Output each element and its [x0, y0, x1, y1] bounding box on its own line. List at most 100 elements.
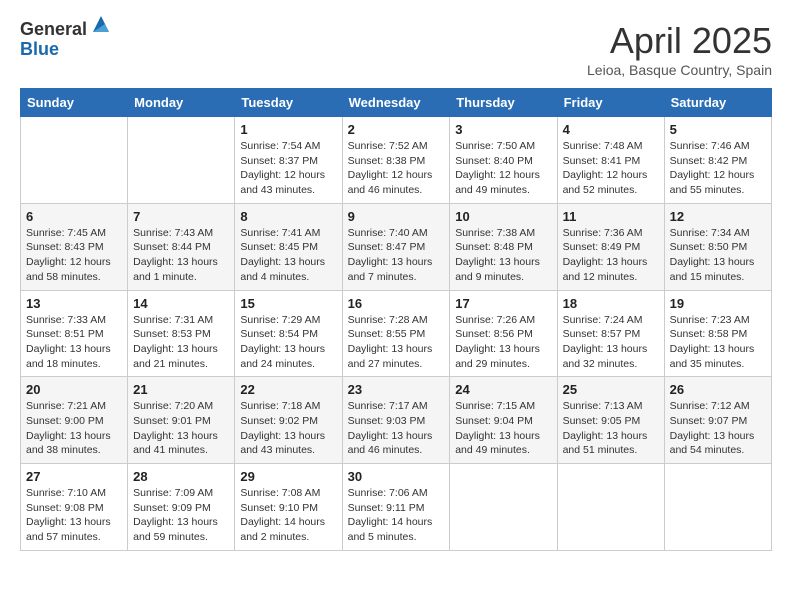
- calendar-cell: 24 Sunrise: 7:15 AM Sunset: 9:04 PM Dayli…: [450, 377, 557, 464]
- header-sunday: Sunday: [21, 89, 128, 117]
- day-number: 8: [240, 209, 336, 224]
- calendar-week-row: 20 Sunrise: 7:21 AM Sunset: 9:00 PM Dayli…: [21, 377, 772, 464]
- logo: General Blue: [20, 20, 113, 60]
- cell-content: Sunrise: 7:31 AM Sunset: 8:53 PM Dayligh…: [133, 313, 229, 372]
- cell-content: Sunrise: 7:52 AM Sunset: 8:38 PM Dayligh…: [348, 139, 445, 198]
- cell-content: Sunrise: 7:45 AM Sunset: 8:43 PM Dayligh…: [26, 226, 122, 285]
- calendar-cell: 12Sunrise: 7:34 AM Sunset: 8:50 PM Dayli…: [664, 203, 771, 290]
- calendar-week-row: 6 Sunrise: 7:45 AM Sunset: 8:43 PM Daylig…: [21, 203, 772, 290]
- calendar-cell: 30 Sunrise: 7:06 AM Sunset: 9:11 PM Dayli…: [342, 464, 450, 551]
- calendar-cell: [128, 117, 235, 204]
- calendar-cell: 19 Sunrise: 7:23 AM Sunset: 8:58 PM Dayli…: [664, 290, 771, 377]
- cell-content: Sunrise: 7:23 AM Sunset: 8:58 PM Dayligh…: [670, 313, 766, 372]
- day-number: 14: [133, 296, 229, 311]
- calendar-cell: 5 Sunrise: 7:46 AM Sunset: 8:42 PM Daylig…: [664, 117, 771, 204]
- day-number: 19: [670, 296, 766, 311]
- calendar-cell: 26 Sunrise: 7:12 AM Sunset: 9:07 PM Dayli…: [664, 377, 771, 464]
- calendar-cell: 29 Sunrise: 7:08 AM Sunset: 9:10 PM Dayli…: [235, 464, 342, 551]
- cell-content: Sunrise: 7:41 AM Sunset: 8:45 PM Dayligh…: [240, 226, 336, 285]
- cell-content: Sunrise: 7:29 AM Sunset: 8:54 PM Dayligh…: [240, 313, 336, 372]
- header-tuesday: Tuesday: [235, 89, 342, 117]
- calendar-cell: 11 Sunrise: 7:36 AM Sunset: 8:49 PM Dayli…: [557, 203, 664, 290]
- calendar-cell: 6 Sunrise: 7:45 AM Sunset: 8:43 PM Daylig…: [21, 203, 128, 290]
- day-number: 25: [563, 382, 659, 397]
- cell-content: Sunrise: 7:09 AM Sunset: 9:09 PM Dayligh…: [133, 486, 229, 545]
- calendar-cell: 2Sunrise: 7:52 AM Sunset: 8:38 PM Daylig…: [342, 117, 450, 204]
- cell-content: Sunrise: 7:43 AM Sunset: 8:44 PM Dayligh…: [133, 226, 229, 285]
- header-monday: Monday: [128, 89, 235, 117]
- header-friday: Friday: [557, 89, 664, 117]
- day-number: 30: [348, 469, 445, 484]
- day-number: 16: [348, 296, 445, 311]
- cell-content: Sunrise: 7:12 AM Sunset: 9:07 PM Dayligh…: [670, 399, 766, 458]
- month-title: April 2025: [587, 20, 772, 62]
- calendar-cell: 27 Sunrise: 7:10 AM Sunset: 9:08 PM Dayli…: [21, 464, 128, 551]
- calendar-cell: 17 Sunrise: 7:26 AM Sunset: 8:56 PM Dayli…: [450, 290, 557, 377]
- day-number: 5: [670, 122, 766, 137]
- logo-blue-text: Blue: [20, 40, 87, 60]
- calendar-table: SundayMondayTuesdayWednesdayThursdayFrid…: [20, 88, 772, 551]
- calendar-cell: 18Sunrise: 7:24 AM Sunset: 8:57 PM Dayli…: [557, 290, 664, 377]
- calendar-cell: 22Sunrise: 7:18 AM Sunset: 9:02 PM Dayli…: [235, 377, 342, 464]
- cell-content: Sunrise: 7:15 AM Sunset: 9:04 PM Dayligh…: [455, 399, 551, 458]
- cell-content: Sunrise: 7:20 AM Sunset: 9:01 PM Dayligh…: [133, 399, 229, 458]
- calendar-cell: 20 Sunrise: 7:21 AM Sunset: 9:00 PM Dayli…: [21, 377, 128, 464]
- calendar-week-row: 13Sunrise: 7:33 AM Sunset: 8:51 PM Dayli…: [21, 290, 772, 377]
- calendar-week-row: 27 Sunrise: 7:10 AM Sunset: 9:08 PM Dayli…: [21, 464, 772, 551]
- header-thursday: Thursday: [450, 89, 557, 117]
- calendar-cell: 25Sunrise: 7:13 AM Sunset: 9:05 PM Dayli…: [557, 377, 664, 464]
- location: Leioa, Basque Country, Spain: [587, 62, 772, 78]
- calendar-cell: 21Sunrise: 7:20 AM Sunset: 9:01 PM Dayli…: [128, 377, 235, 464]
- cell-content: Sunrise: 7:54 AM Sunset: 8:37 PM Dayligh…: [240, 139, 336, 198]
- calendar-cell: 14 Sunrise: 7:31 AM Sunset: 8:53 PM Dayli…: [128, 290, 235, 377]
- calendar-cell: 15 Sunrise: 7:29 AM Sunset: 8:54 PM Dayli…: [235, 290, 342, 377]
- day-number: 23: [348, 382, 445, 397]
- day-number: 28: [133, 469, 229, 484]
- calendar-cell: 1 Sunrise: 7:54 AM Sunset: 8:37 PM Daylig…: [235, 117, 342, 204]
- day-number: 3: [455, 122, 551, 137]
- day-number: 27: [26, 469, 122, 484]
- cell-content: Sunrise: 7:50 AM Sunset: 8:40 PM Dayligh…: [455, 139, 551, 198]
- calendar-cell: 7Sunrise: 7:43 AM Sunset: 8:44 PM Daylig…: [128, 203, 235, 290]
- day-number: 15: [240, 296, 336, 311]
- calendar-cell: 8 Sunrise: 7:41 AM Sunset: 8:45 PM Daylig…: [235, 203, 342, 290]
- title-area: April 2025 Leioa, Basque Country, Spain: [587, 20, 772, 78]
- day-number: 4: [563, 122, 659, 137]
- day-number: 10: [455, 209, 551, 224]
- cell-content: Sunrise: 7:48 AM Sunset: 8:41 PM Dayligh…: [563, 139, 659, 198]
- cell-content: Sunrise: 7:10 AM Sunset: 9:08 PM Dayligh…: [26, 486, 122, 545]
- header-saturday: Saturday: [664, 89, 771, 117]
- cell-content: Sunrise: 7:26 AM Sunset: 8:56 PM Dayligh…: [455, 313, 551, 372]
- cell-content: Sunrise: 7:18 AM Sunset: 9:02 PM Dayligh…: [240, 399, 336, 458]
- logo-icon: [89, 12, 113, 36]
- day-number: 6: [26, 209, 122, 224]
- calendar-cell: [450, 464, 557, 551]
- day-number: 20: [26, 382, 122, 397]
- day-number: 13: [26, 296, 122, 311]
- logo-general-text: General: [20, 20, 87, 40]
- calendar-cell: 3 Sunrise: 7:50 AM Sunset: 8:40 PM Daylig…: [450, 117, 557, 204]
- calendar-cell: 23 Sunrise: 7:17 AM Sunset: 9:03 PM Dayli…: [342, 377, 450, 464]
- day-number: 1: [240, 122, 336, 137]
- cell-content: Sunrise: 7:21 AM Sunset: 9:00 PM Dayligh…: [26, 399, 122, 458]
- day-number: 29: [240, 469, 336, 484]
- cell-content: Sunrise: 7:46 AM Sunset: 8:42 PM Dayligh…: [670, 139, 766, 198]
- cell-content: Sunrise: 7:36 AM Sunset: 8:49 PM Dayligh…: [563, 226, 659, 285]
- calendar-cell: [557, 464, 664, 551]
- day-number: 26: [670, 382, 766, 397]
- calendar-cell: [21, 117, 128, 204]
- day-number: 12: [670, 209, 766, 224]
- cell-content: Sunrise: 7:06 AM Sunset: 9:11 PM Dayligh…: [348, 486, 445, 545]
- cell-content: Sunrise: 7:08 AM Sunset: 9:10 PM Dayligh…: [240, 486, 336, 545]
- day-number: 17: [455, 296, 551, 311]
- calendar-cell: [664, 464, 771, 551]
- calendar-cell: 16 Sunrise: 7:28 AM Sunset: 8:55 PM Dayli…: [342, 290, 450, 377]
- day-number: 11: [563, 209, 659, 224]
- header: General Blue April 2025 Leioa, Basque Co…: [20, 20, 772, 78]
- calendar-cell: 28 Sunrise: 7:09 AM Sunset: 9:09 PM Dayli…: [128, 464, 235, 551]
- day-number: 24: [455, 382, 551, 397]
- cell-content: Sunrise: 7:17 AM Sunset: 9:03 PM Dayligh…: [348, 399, 445, 458]
- cell-content: Sunrise: 7:28 AM Sunset: 8:55 PM Dayligh…: [348, 313, 445, 372]
- calendar-cell: 13Sunrise: 7:33 AM Sunset: 8:51 PM Dayli…: [21, 290, 128, 377]
- calendar-cell: 9Sunrise: 7:40 AM Sunset: 8:47 PM Daylig…: [342, 203, 450, 290]
